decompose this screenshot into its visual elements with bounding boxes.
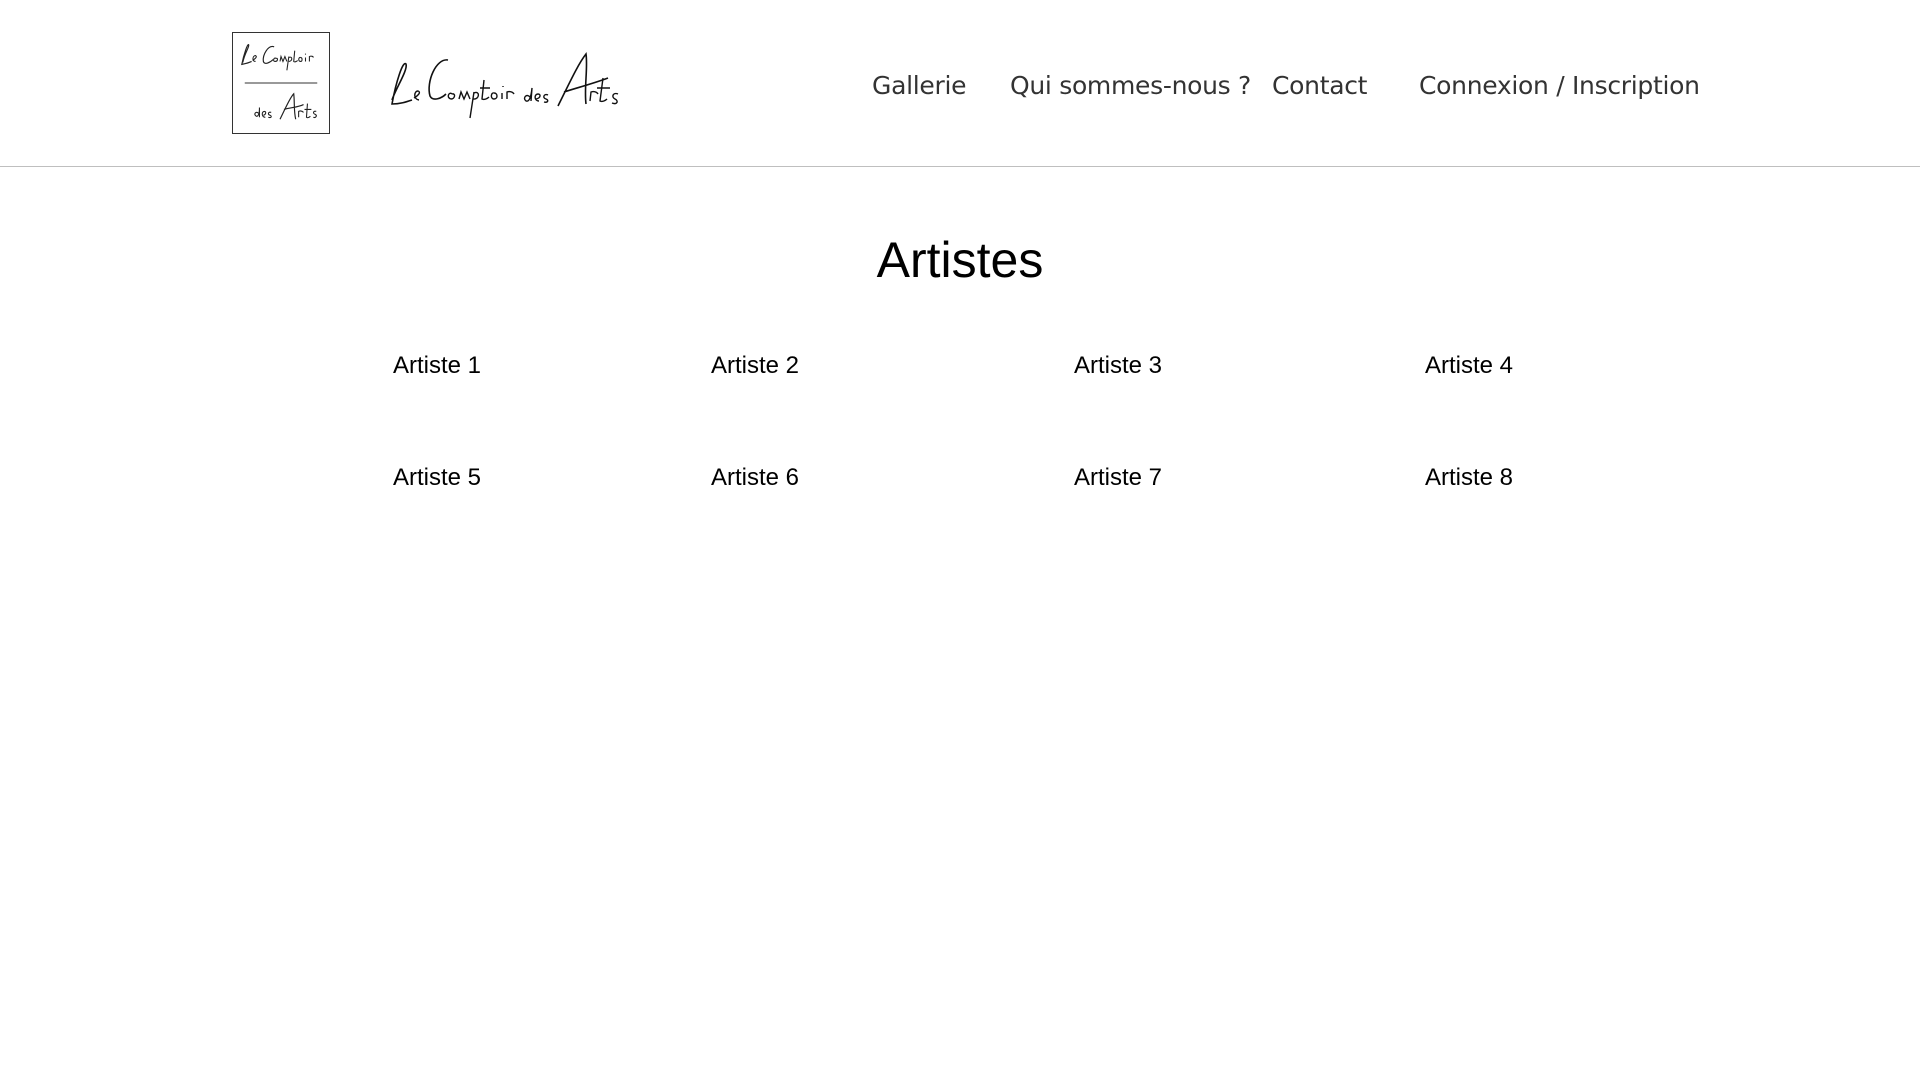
artist-link-1[interactable]: Artiste 1 bbox=[393, 351, 481, 381]
artist-link-4[interactable]: Artiste 4 bbox=[1425, 351, 1513, 381]
nav-link-contact[interactable]: Contact bbox=[1272, 68, 1367, 104]
artist-link-7[interactable]: Artiste 7 bbox=[1074, 463, 1162, 493]
site-header: Gallerie Qui sommes-nous ? Contact Conne… bbox=[0, 0, 1920, 167]
nav-link-connexion-inscription[interactable]: Connexion / Inscription bbox=[1419, 68, 1700, 104]
page-title: Artistes bbox=[876, 232, 1044, 288]
artist-link-3[interactable]: Artiste 3 bbox=[1074, 351, 1162, 381]
artist-link-5[interactable]: Artiste 5 bbox=[393, 463, 481, 493]
artist-link-6[interactable]: Artiste 6 bbox=[711, 463, 799, 493]
nav-link-gallerie[interactable]: Gallerie bbox=[872, 68, 966, 104]
artist-link-8[interactable]: Artiste 8 bbox=[1425, 463, 1513, 493]
main-nav: Gallerie Qui sommes-nous ? Contact Conne… bbox=[0, 68, 1920, 104]
nav-link-qui-sommes-nous[interactable]: Qui sommes-nous ? bbox=[1010, 68, 1251, 104]
artist-link-2[interactable]: Artiste 2 bbox=[711, 351, 799, 381]
